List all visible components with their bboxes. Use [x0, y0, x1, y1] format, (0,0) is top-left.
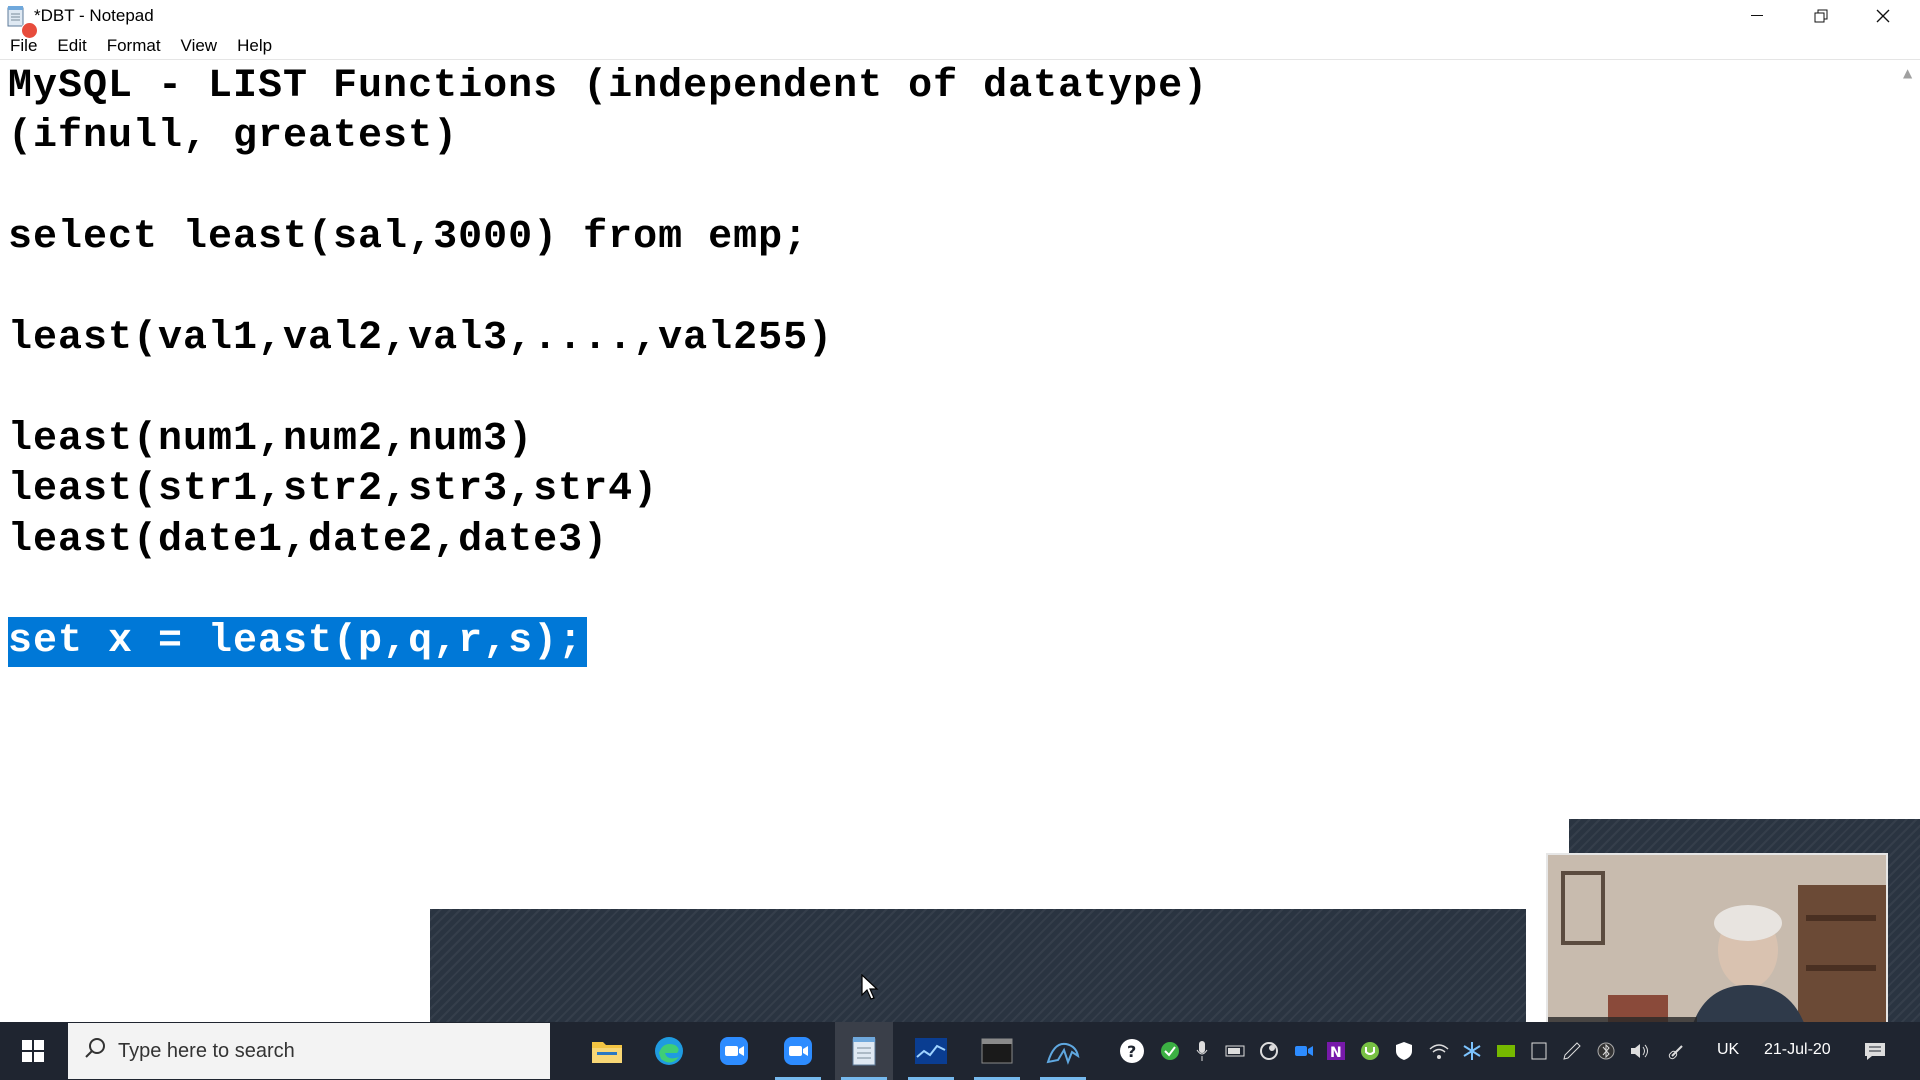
- pen-icon[interactable]: [1560, 1039, 1584, 1063]
- menu-format[interactable]: Format: [97, 34, 171, 58]
- window-title: *DBT - Notepad: [34, 6, 154, 25]
- battery-icon[interactable]: [1224, 1039, 1248, 1063]
- svg-text:N: N: [1330, 1045, 1342, 1061]
- input-language[interactable]: UK: [1717, 1041, 1739, 1059]
- menu-view[interactable]: View: [171, 34, 228, 58]
- windows-logo-icon: [22, 1040, 44, 1062]
- webcam-image: [1548, 855, 1886, 1043]
- svg-text:?: ?: [1127, 1042, 1136, 1061]
- security-check-icon[interactable]: [1158, 1039, 1182, 1063]
- notepad-icon[interactable]: [835, 1022, 893, 1080]
- help-icon[interactable]: ?: [1117, 1036, 1147, 1066]
- nvidia-icon[interactable]: [1494, 1039, 1518, 1063]
- selected-text-line[interactable]: set x = least(p,q,r,s);: [8, 617, 588, 667]
- editor-line[interactable]: least(val1,val2,val3,....,val255): [8, 314, 833, 364]
- start-button[interactable]: [0, 1022, 66, 1080]
- menu-help[interactable]: Help: [227, 34, 282, 58]
- screen-share-overlay: [430, 909, 1526, 1022]
- bluetooth-icon[interactable]: [1594, 1039, 1618, 1063]
- shield-icon[interactable]: [1392, 1039, 1416, 1063]
- editor-line[interactable]: least(date1,date2,date3): [8, 516, 608, 566]
- volume-icon[interactable]: [1628, 1039, 1652, 1063]
- taskbar: Type here to search ? N UK 21-Jul-20: [0, 1022, 1920, 1080]
- editor-line[interactable]: least(str1,str2,str3,str4): [8, 465, 658, 515]
- microphone-icon[interactable]: [1190, 1039, 1214, 1063]
- editor-line[interactable]: (ifnull, greatest): [8, 112, 458, 162]
- search-icon: [84, 1037, 106, 1065]
- app-chart-icon[interactable]: [902, 1022, 960, 1080]
- edge-icon[interactable]: [640, 1022, 698, 1080]
- onenote-icon[interactable]: N: [1324, 1039, 1348, 1063]
- link-icon[interactable]: [1667, 1039, 1691, 1063]
- file-explorer-icon[interactable]: [578, 1022, 636, 1080]
- utorrent-icon[interactable]: [1358, 1039, 1382, 1063]
- minimize-button[interactable]: [1726, 0, 1788, 31]
- close-button[interactable]: [1852, 0, 1914, 31]
- zoom-icon[interactable]: [705, 1022, 763, 1080]
- menu-bar: File Edit Format View Help: [0, 34, 1920, 58]
- webcam-video[interactable]: Sameer Dehadrai: [1546, 853, 1888, 1045]
- search-placeholder: Type here to search: [118, 1039, 295, 1062]
- restore-button[interactable]: [1790, 0, 1852, 31]
- wifi-icon[interactable]: [1427, 1039, 1451, 1063]
- notifications-icon[interactable]: [1863, 1039, 1887, 1063]
- menu-file[interactable]: File: [0, 34, 47, 58]
- editor-line[interactable]: least(num1,num2,num3): [8, 415, 533, 465]
- editor-line[interactable]: select least(sal,3000) from emp;: [8, 213, 808, 263]
- editor-line[interactable]: MySQL - LIST Functions (independent of d…: [8, 62, 1208, 112]
- scroll-up-icon[interactable]: ▲: [1903, 66, 1912, 80]
- menu-edit[interactable]: Edit: [47, 34, 96, 58]
- steam-icon[interactable]: [1257, 1039, 1281, 1063]
- mouse-cursor-icon: [861, 973, 879, 1004]
- snowflake-icon[interactable]: [1460, 1039, 1484, 1063]
- mysql-workbench-icon[interactable]: [1034, 1022, 1092, 1080]
- zoom-tray-icon[interactable]: [1292, 1039, 1316, 1063]
- title-bar: *DBT - Notepad: [0, 0, 1920, 39]
- tray-date[interactable]: 21-Jul-20: [1764, 1041, 1831, 1059]
- taskbar-search[interactable]: Type here to search: [68, 1023, 550, 1079]
- terminal-icon[interactable]: [968, 1022, 1026, 1080]
- device-icon[interactable]: [1527, 1039, 1551, 1063]
- zoom-meetings-icon[interactable]: [769, 1022, 827, 1080]
